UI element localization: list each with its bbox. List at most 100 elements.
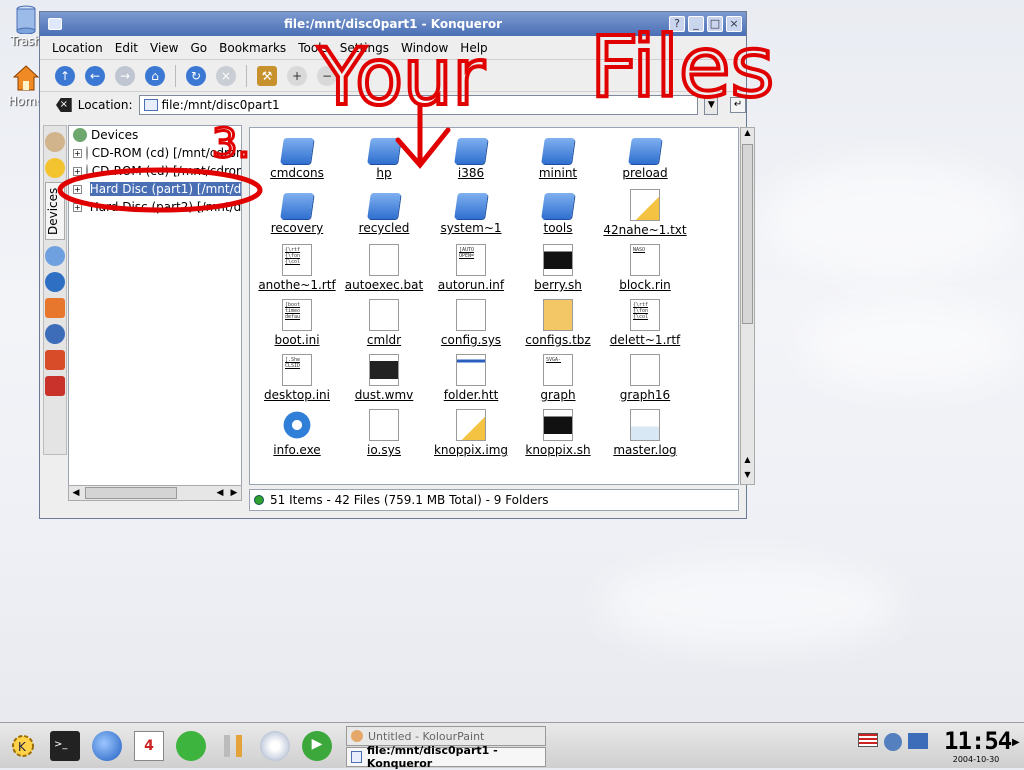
menu-view[interactable]: View (144, 41, 184, 55)
file-item[interactable]: info.exe (254, 409, 340, 457)
scroll-up-icon[interactable]: ▲ (741, 128, 754, 142)
file-item[interactable]: configs.tbz (515, 299, 601, 347)
file-item[interactable]: cmldr (341, 299, 427, 347)
menu-tools[interactable]: Tools (292, 41, 334, 55)
kde-menu-button[interactable]: K (8, 731, 38, 761)
scroll-thumb[interactable] (742, 144, 753, 324)
file-item[interactable]: dust.wmv (341, 354, 427, 402)
player-launcher[interactable]: ▶ (302, 731, 332, 761)
keyboard-layout-flag-icon[interactable] (858, 733, 878, 747)
file-item[interactable]: folder.htt (428, 354, 514, 402)
stop-button[interactable]: × (213, 63, 239, 89)
scroll-thumb[interactable] (85, 487, 177, 499)
file-item[interactable]: [AUTO OPEN= autorun.inf (428, 244, 514, 292)
terminal-launcher[interactable]: >_ (50, 731, 80, 761)
menu-go[interactable]: Go (185, 41, 214, 55)
file-item[interactable]: NASO block.rin (602, 244, 688, 292)
file-item[interactable]: knoppix.sh (515, 409, 601, 457)
file-item[interactable]: graph16 (602, 354, 688, 402)
file-item[interactable]: knoppix.img (428, 409, 514, 457)
scroll-left-icon[interactable]: ◀ (213, 488, 227, 498)
file-item[interactable]: SVGA-graph (515, 354, 601, 402)
file-item[interactable]: hp (341, 134, 427, 180)
tray-expand-icon[interactable]: ▶ (1012, 737, 1020, 748)
close-button[interactable]: × (726, 16, 742, 32)
file-item[interactable]: recycled (341, 189, 427, 235)
task-konqueror[interactable]: file:/mnt/disc0part1 - Konqueror (346, 744, 546, 770)
display-icon[interactable] (908, 733, 928, 749)
window-titlebar[interactable]: file:/mnt/disc0part1 - Konqueror ? _ □ × (40, 12, 746, 36)
file-item[interactable]: autoexec.bat (341, 244, 427, 292)
location-dropdown-button[interactable]: ▼ (704, 95, 719, 115)
file-item[interactable]: {\rtf {\fon {\col anothe~1.rtf (254, 244, 340, 292)
home-button[interactable]: ⌂ (142, 63, 168, 89)
minimize-button[interactable]: _ (688, 16, 704, 32)
clear-location-icon[interactable]: × (56, 98, 72, 112)
task-kolourpaint[interactable]: Untitled - KolourPaint (346, 726, 546, 746)
menu-bookmarks[interactable]: Bookmarks (213, 41, 292, 55)
file-item[interactable]: master.log (602, 409, 688, 457)
reload-button[interactable]: ↻ (183, 63, 209, 89)
file-item[interactable]: config.sys (428, 299, 514, 347)
expand-icon[interactable]: + (73, 202, 82, 212)
tab-devices[interactable]: Devices (45, 182, 65, 240)
tree-horizontal-scrollbar[interactable]: ◀ ◀ ▶ (68, 485, 242, 501)
control-center-launcher[interactable] (218, 731, 248, 761)
file-item[interactable]: berry.sh (515, 244, 601, 292)
scroll-left-icon[interactable]: ◀ (69, 488, 83, 498)
scroll-up-icon[interactable]: ▲ (741, 455, 754, 469)
help-button[interactable]: ? (669, 16, 685, 32)
file-item[interactable]: i386 (428, 134, 514, 180)
tree-root-devices[interactable]: Devices (69, 126, 241, 144)
home-folder-icon[interactable] (45, 298, 65, 318)
file-item[interactable]: system~1 (428, 189, 514, 235)
icq-launcher[interactable] (176, 731, 206, 761)
configure-button[interactable]: ⚒ (254, 63, 280, 89)
menu-help[interactable]: Help (454, 41, 493, 55)
menu-settings[interactable]: Settings (334, 41, 395, 55)
zoom-in-button[interactable]: + (284, 63, 310, 89)
zoom-out-button[interactable]: − (314, 63, 340, 89)
menu-edit[interactable]: Edit (109, 41, 144, 55)
scroll-right-icon[interactable]: ▶ (227, 488, 241, 498)
file-item[interactable]: minint (515, 134, 601, 180)
go-button[interactable]: ↵ (730, 97, 746, 113)
file-item[interactable]: [boot timeo defau boot.ini (254, 299, 340, 347)
maximize-button[interactable]: □ (707, 16, 723, 32)
icon-view-vertical-scrollbar[interactable]: ▲ ▲ ▼ (740, 127, 755, 485)
configure-sidebar-icon[interactable] (45, 132, 65, 152)
menu-window[interactable]: Window (395, 41, 454, 55)
calendar-launcher[interactable]: 4 (134, 731, 164, 761)
services-icon[interactable] (45, 350, 65, 370)
file-item[interactable]: recovery (254, 189, 340, 235)
volume-icon[interactable] (884, 733, 902, 751)
file-item[interactable]: cmdcons (254, 134, 340, 180)
expand-icon[interactable]: + (73, 184, 82, 194)
bookmarks-star-icon[interactable] (45, 158, 65, 178)
file-item[interactable]: io.sys (341, 409, 427, 457)
history-clock-icon[interactable] (45, 272, 65, 292)
file-item[interactable]: 42nahe~1.txt (602, 189, 688, 237)
media-launcher[interactable] (260, 731, 290, 761)
file-item[interactable]: {\rtf {\fon {\col delett~1.rtf (602, 299, 688, 347)
expand-icon[interactable]: + (73, 148, 82, 158)
tree-item-hard-disc-part2[interactable]: + Hard Disc (part2) [/mnt/disc0part2] (69, 198, 241, 216)
clock[interactable]: 11:54 2004-10-30 (944, 727, 1012, 764)
expand-icon[interactable]: + (73, 166, 82, 176)
tree-item-cdrom-2[interactable]: + CD-ROM (cd) [/mnt/cdrom1] (69, 162, 241, 180)
file-item[interactable]: tools (515, 189, 601, 235)
root-folder-icon[interactable] (45, 376, 65, 396)
back-button[interactable]: ← (82, 63, 108, 89)
tree-item-cdrom[interactable]: + CD-ROM (cd) [/mnt/cdrom] (69, 144, 241, 162)
browser-launcher[interactable] (92, 731, 122, 761)
forward-button[interactable]: → (112, 63, 138, 89)
up-button[interactable]: ↑ (52, 63, 78, 89)
tree-item-hard-disc-part1[interactable]: + Hard Disc (part1) [/mnt/disc0part1] (69, 180, 241, 198)
file-item[interactable]: preload (602, 134, 688, 180)
menu-location[interactable]: Location (46, 41, 109, 55)
scroll-down-icon[interactable]: ▼ (741, 470, 754, 484)
location-input[interactable]: file:/mnt/disc0part1 (138, 95, 699, 115)
file-item[interactable]: [.She CLSID desktop.ini (254, 354, 340, 402)
network-icon[interactable] (45, 324, 65, 344)
devices-tab-icon[interactable] (45, 246, 65, 266)
